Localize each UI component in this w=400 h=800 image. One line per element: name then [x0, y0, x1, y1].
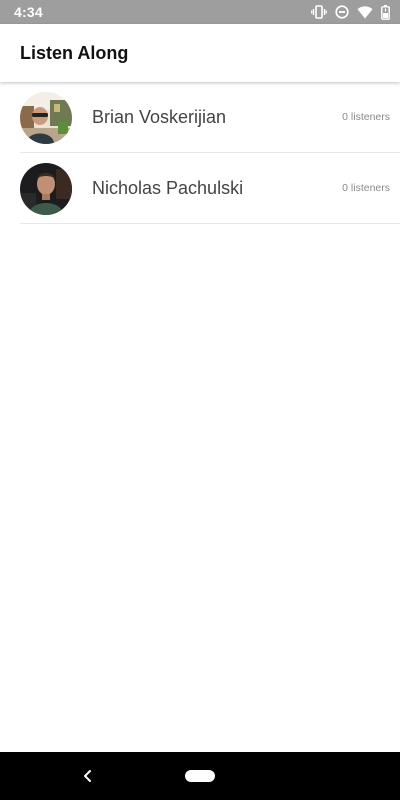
page-title: Listen Along [20, 42, 129, 63]
back-icon[interactable] [80, 766, 96, 786]
status-icons [311, 4, 390, 20]
user-name: Nicholas Pachulski [92, 177, 244, 198]
status-time: 4:34 [14, 4, 43, 20]
list-item-nicholas-pachulski[interactable]: Nicholas Pachulski 0 listeners [20, 153, 400, 224]
home-button[interactable] [185, 770, 215, 782]
vibrate-icon [311, 5, 327, 19]
listener-count: 0 listeners [342, 111, 390, 123]
status-bar: 4:34 [0, 0, 400, 24]
user-name: Brian Voskerijian [92, 106, 227, 127]
wifi-icon [357, 5, 373, 19]
listener-count: 0 listeners [342, 182, 390, 194]
do-not-disturb-icon [335, 5, 349, 19]
battery-icon [381, 4, 390, 20]
list-item-brian-voskerijian[interactable]: Brian Voskerijian 0 listeners [20, 82, 400, 153]
avatar [20, 163, 72, 215]
navigation-bar [0, 752, 400, 800]
avatar [20, 92, 72, 144]
user-list: Brian Voskerijian 0 listeners Nicholas P… [0, 82, 400, 224]
app-bar: Listen Along [0, 24, 400, 82]
